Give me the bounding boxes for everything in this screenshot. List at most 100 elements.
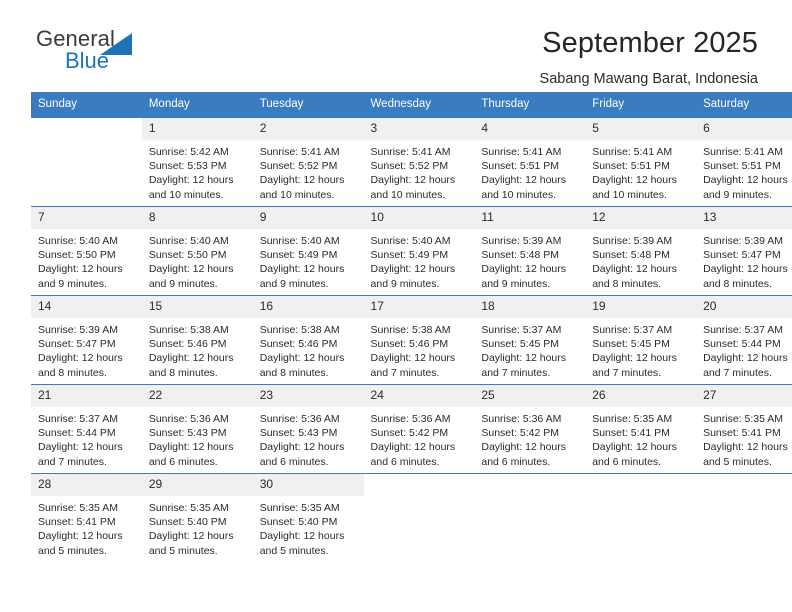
- day-details: Sunrise: 5:41 AM Sunset: 5:52 PM Daylight:…: [253, 140, 364, 202]
- daylight-text: Daylight: 12 hours: [259, 352, 345, 365]
- daylight-text-cont: and 6 minutes.: [370, 455, 440, 468]
- calendar-day-cell[interactable]: 22 Sunrise: 5:36 AM Sunset: 5:43 PM Dayligh…: [141, 384, 253, 474]
- sunset-text: Sunset: 5:47 PM: [703, 249, 781, 262]
- day-number: [363, 474, 475, 496]
- day-number: 20: [696, 296, 792, 318]
- sunset-text: Sunset: 5:42 PM: [370, 427, 449, 440]
- calendar-day-cell[interactable]: 21 Sunrise: 5:37 AM Sunset: 5:44 PM Dayligh…: [31, 384, 142, 474]
- day-number: [474, 474, 586, 496]
- calendar-day-cell[interactable]: 1 Sunrise: 5:42 AM Sunset: 5:53 PM Daylight…: [141, 117, 253, 207]
- sunrise-text: Sunrise: 5:41 AM: [481, 146, 562, 158]
- daylight-text: Daylight: 12 hours: [259, 530, 345, 543]
- sunrise-text: Sunrise: 5:40 AM: [259, 235, 340, 247]
- daylight-text: Daylight: 12 hours: [370, 174, 456, 187]
- sunrise-text: Sunrise: 5:35 AM: [259, 502, 340, 514]
- daylight-text: Daylight: 12 hours: [592, 174, 677, 187]
- calendar-day-cell[interactable]: 15 Sunrise: 5:38 AM Sunset: 5:46 PM Dayligh…: [141, 295, 253, 385]
- sunrise-text: Sunrise: 5:41 AM: [592, 146, 673, 158]
- calendar-day-cell[interactable]: 14 Sunrise: 5:39 AM Sunset: 5:47 PM Dayligh…: [31, 295, 142, 385]
- daylight-text: Daylight: 12 hours: [259, 174, 345, 187]
- daylight-text-cont: and 9 minutes.: [148, 277, 218, 290]
- day-number: 19: [585, 296, 697, 318]
- sunrise-text: Sunrise: 5:35 AM: [703, 413, 784, 425]
- daylight-text: Daylight: 12 hours: [370, 263, 456, 276]
- day-number: 25: [474, 385, 586, 407]
- calendar-day-cell[interactable]: 8 Sunrise: 5:40 AM Sunset: 5:50 PM Daylight…: [141, 206, 253, 296]
- sunrise-text: Sunrise: 5:40 AM: [38, 235, 118, 247]
- day-number: 3: [363, 118, 475, 140]
- day-number: 7: [31, 207, 142, 229]
- page-header: General Blue September 2025 Sabang Mawan…: [0, 0, 792, 92]
- calendar-day-cell[interactable]: 26 Sunrise: 5:35 AM Sunset: 5:41 PM Dayligh…: [585, 384, 697, 474]
- calendar-body: 1 Sunrise: 5:42 AM Sunset: 5:53 PM Daylight…: [31, 117, 792, 563]
- sunrise-text: Sunrise: 5:37 AM: [592, 324, 673, 336]
- daylight-text-cont: and 7 minutes.: [370, 366, 440, 379]
- calendar-day-cell[interactable]: 27 Sunrise: 5:35 AM Sunset: 5:41 PM Dayligh…: [696, 384, 792, 474]
- calendar-day-cell[interactable]: 18 Sunrise: 5:37 AM Sunset: 5:45 PM Dayligh…: [474, 295, 586, 385]
- daylight-text: Daylight: 12 hours: [38, 263, 123, 276]
- calendar-day-cell[interactable]: 24 Sunrise: 5:36 AM Sunset: 5:42 PM Dayligh…: [363, 384, 475, 474]
- page-title: September 2025: [542, 27, 758, 59]
- calendar-day-cell[interactable]: 23 Sunrise: 5:36 AM Sunset: 5:43 PM Dayligh…: [252, 384, 364, 474]
- sunrise-text: Sunrise: 5:42 AM: [148, 146, 229, 158]
- sunset-text: Sunset: 5:52 PM: [259, 160, 338, 173]
- sunset-text: Sunset: 5:49 PM: [259, 249, 338, 262]
- daylight-text-cont: and 6 minutes.: [259, 455, 329, 468]
- calendar-day-cell[interactable]: 2 Sunrise: 5:41 AM Sunset: 5:52 PM Daylight…: [252, 117, 364, 207]
- calendar-day-cell[interactable]: 10 Sunrise: 5:40 AM Sunset: 5:49 PM Dayligh…: [363, 206, 475, 296]
- calendar-day-cell[interactable]: 7 Sunrise: 5:40 AM Sunset: 5:50 PM Daylight…: [31, 206, 142, 296]
- day-number: [585, 474, 697, 496]
- sunset-text: Sunset: 5:51 PM: [703, 160, 781, 173]
- daylight-text: Daylight: 12 hours: [148, 263, 234, 276]
- calendar-day-cell[interactable]: 28 Sunrise: 5:35 AM Sunset: 5:41 PM Dayligh…: [31, 473, 142, 563]
- day-details: Sunrise: 5:41 AM Sunset: 5:52 PM Daylight:…: [364, 140, 475, 202]
- calendar-empty-cell: [474, 473, 586, 563]
- calendar-day-cell[interactable]: 30 Sunrise: 5:35 AM Sunset: 5:40 PM Dayligh…: [252, 473, 364, 563]
- day-number: 27: [696, 385, 792, 407]
- calendar-day-cell[interactable]: 29 Sunrise: 5:35 AM Sunset: 5:40 PM Dayligh…: [141, 473, 253, 563]
- calendar-day-cell[interactable]: 16 Sunrise: 5:38 AM Sunset: 5:46 PM Dayligh…: [252, 295, 364, 385]
- day-number: 24: [363, 385, 475, 407]
- calendar-week-row: 28 Sunrise: 5:35 AM Sunset: 5:41 PM Dayligh…: [31, 473, 792, 563]
- day-number: 21: [31, 385, 142, 407]
- sunrise-text: Sunrise: 5:36 AM: [148, 413, 229, 425]
- daylight-text-cont: and 5 minutes.: [38, 544, 107, 557]
- sunrise-text: Sunrise: 5:39 AM: [38, 324, 118, 336]
- daylight-text-cont: and 9 minutes.: [259, 277, 329, 290]
- sunrise-text: Sunrise: 5:36 AM: [370, 413, 451, 425]
- sunrise-text: Sunrise: 5:38 AM: [148, 324, 229, 336]
- day-details: Sunrise: 5:41 AM Sunset: 5:51 PM Daylight:…: [474, 140, 585, 202]
- day-details: Sunrise: 5:40 AM Sunset: 5:50 PM Daylight:…: [31, 229, 142, 291]
- sunrise-text: Sunrise: 5:36 AM: [481, 413, 562, 425]
- calendar-day-cell[interactable]: 20 Sunrise: 5:37 AM Sunset: 5:44 PM Dayligh…: [696, 295, 792, 385]
- calendar-day-cell[interactable]: 4 Sunrise: 5:41 AM Sunset: 5:51 PM Daylight…: [474, 117, 586, 207]
- sunset-text: Sunset: 5:48 PM: [592, 249, 670, 262]
- calendar-day-cell[interactable]: 3 Sunrise: 5:41 AM Sunset: 5:52 PM Daylight…: [363, 117, 475, 207]
- calendar-day-cell[interactable]: 13 Sunrise: 5:39 AM Sunset: 5:47 PM Dayligh…: [696, 206, 792, 296]
- daylight-text-cont: and 7 minutes.: [38, 455, 107, 468]
- daylight-text-cont: and 9 minutes.: [38, 277, 107, 290]
- sunset-text: Sunset: 5:41 PM: [38, 516, 116, 529]
- calendar-day-cell[interactable]: 5 Sunrise: 5:41 AM Sunset: 5:51 PM Daylight…: [585, 117, 697, 207]
- sunrise-text: Sunrise: 5:35 AM: [38, 502, 118, 514]
- calendar-day-cell[interactable]: 6 Sunrise: 5:41 AM Sunset: 5:51 PM Daylight…: [696, 117, 792, 207]
- calendar-day-cell[interactable]: 12 Sunrise: 5:39 AM Sunset: 5:48 PM Dayligh…: [585, 206, 697, 296]
- day-number: 30: [252, 474, 364, 496]
- calendar-day-cell[interactable]: 19 Sunrise: 5:37 AM Sunset: 5:45 PM Dayligh…: [585, 295, 697, 385]
- calendar-day-cell[interactable]: 25 Sunrise: 5:36 AM Sunset: 5:42 PM Dayligh…: [474, 384, 586, 474]
- calendar-day-cell[interactable]: 9 Sunrise: 5:40 AM Sunset: 5:49 PM Daylight…: [252, 206, 364, 296]
- day-number: 14: [31, 296, 142, 318]
- general-blue-logo[interactable]: General Blue: [31, 26, 151, 78]
- daylight-text: Daylight: 12 hours: [703, 441, 788, 454]
- sunset-text: Sunset: 5:45 PM: [592, 338, 670, 351]
- day-details: Sunrise: 5:42 AM Sunset: 5:53 PM Daylight:…: [142, 140, 253, 202]
- day-number: [31, 118, 142, 140]
- calendar-day-cell[interactable]: 11 Sunrise: 5:39 AM Sunset: 5:48 PM Dayligh…: [474, 206, 586, 296]
- day-details: Sunrise: 5:35 AM Sunset: 5:40 PM Daylight:…: [253, 496, 364, 558]
- day-number: 15: [141, 296, 253, 318]
- sunset-text: Sunset: 5:46 PM: [148, 338, 227, 351]
- sunrise-text: Sunrise: 5:41 AM: [703, 146, 784, 158]
- calendar-header-row: Sunday Monday Tuesday Wednesday Thursday…: [31, 92, 792, 118]
- calendar-day-cell[interactable]: 17 Sunrise: 5:38 AM Sunset: 5:46 PM Dayligh…: [363, 295, 475, 385]
- day-details: Sunrise: 5:38 AM Sunset: 5:46 PM Daylight:…: [364, 318, 475, 380]
